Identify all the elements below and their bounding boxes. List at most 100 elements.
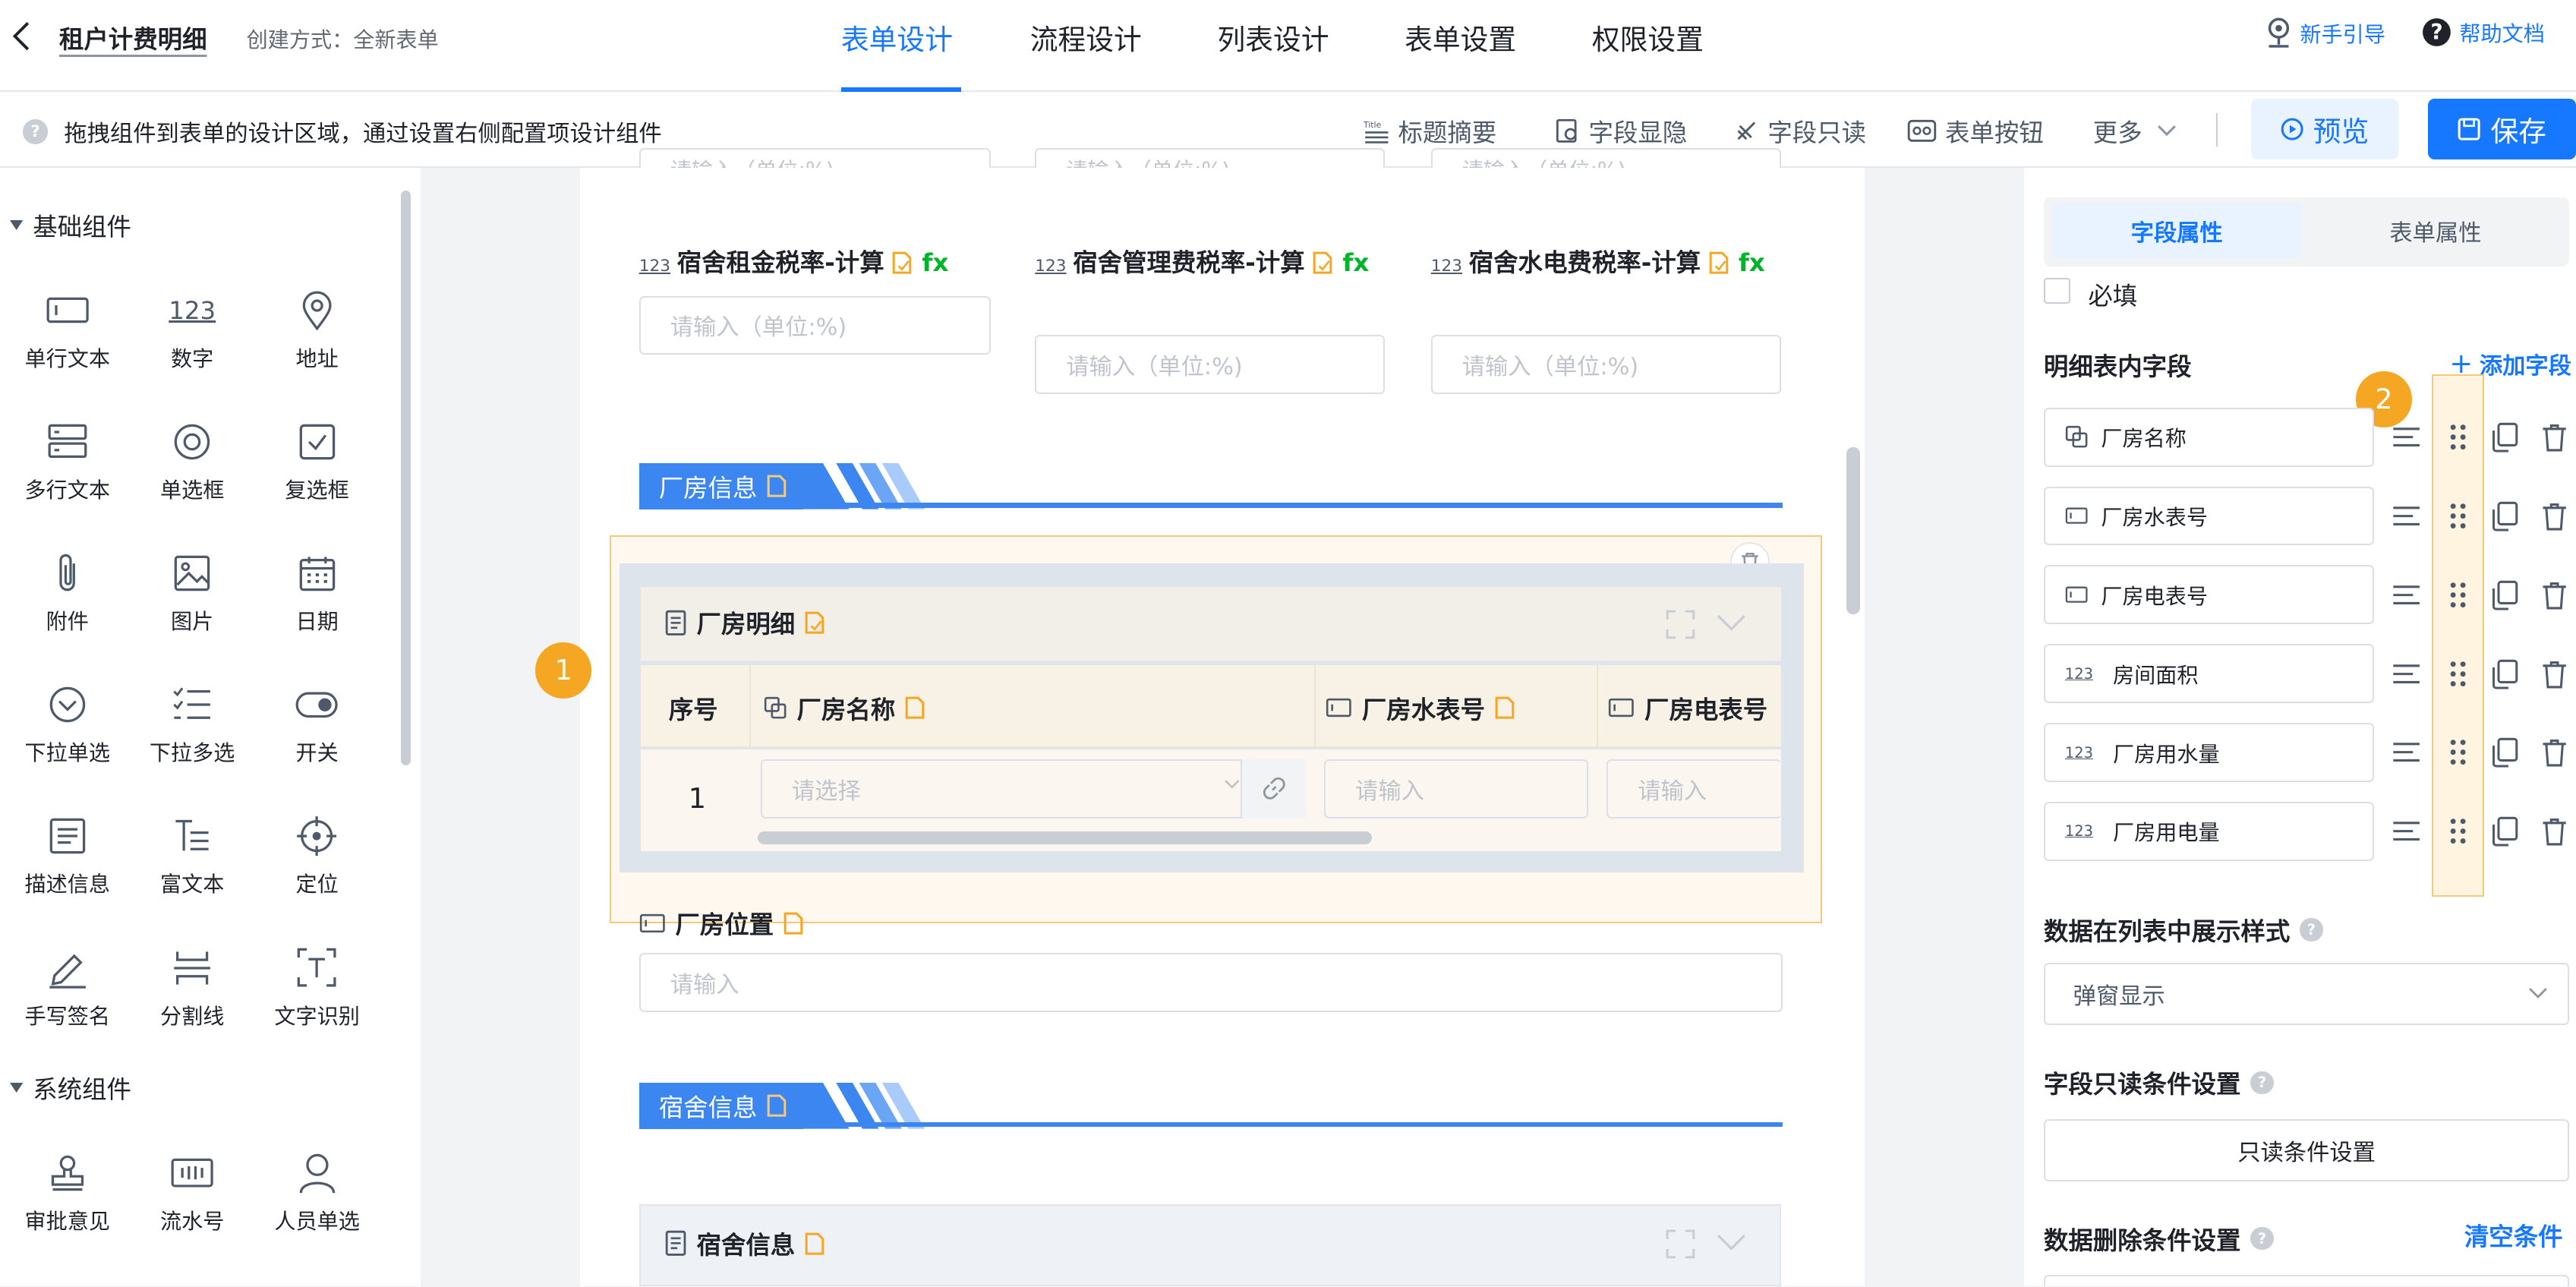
field-visibility-button[interactable]: 字段显隐 [1554, 113, 1687, 149]
align-icon[interactable] [2390, 815, 2423, 847]
component-number[interactable]: 123 数字 [133, 282, 251, 381]
app-title[interactable]: 租户计费明细 [59, 20, 207, 55]
component-panel-scrollbar[interactable] [400, 191, 411, 766]
drag-handle-icon[interactable] [2442, 579, 2474, 611]
save-button[interactable]: 保存 [2428, 98, 2576, 159]
component-attachment[interactable]: 附件 [8, 545, 127, 644]
align-icon[interactable] [2390, 736, 2423, 768]
drag-handle-icon[interactable] [2442, 421, 2474, 453]
header-water-meter[interactable]: 厂房水表号 [1326, 690, 1515, 726]
copy-icon[interactable] [2489, 500, 2521, 532]
trash-icon[interactable] [2538, 658, 2571, 690]
align-icon[interactable] [2390, 500, 2423, 532]
guide-link[interactable]: 新手引导 [2264, 17, 2385, 49]
copy-icon[interactable] [2489, 658, 2521, 690]
tab-form-design[interactable]: 表单设计 [841, 17, 953, 58]
location-input[interactable]: 请输入 [638, 953, 1783, 1012]
canvas-scrollbar[interactable] [1846, 446, 1860, 615]
system-components-header[interactable]: 系统组件 [9, 1070, 131, 1106]
component-date[interactable]: 日期 [258, 545, 377, 644]
subfield-item[interactable]: 123 房间面积 [2043, 644, 2374, 704]
header-factory-name[interactable]: 厂房名称 [764, 690, 925, 726]
subfield-item[interactable]: 厂房水表号 [2043, 486, 2374, 546]
subfield-item[interactable]: 123 厂房用水量 [2043, 723, 2374, 782]
component-rich-text[interactable]: 富文本 [133, 809, 251, 907]
expand-icon[interactable] [1666, 610, 1695, 639]
form-buttons-button[interactable]: 表单按钮 [1907, 113, 2044, 149]
component-single-text[interactable]: 单行文本 [8, 282, 127, 381]
component-serial-number[interactable]: 流水号 [133, 1145, 251, 1244]
trash-icon[interactable] [2538, 500, 2571, 532]
tab-permission-settings[interactable]: 权限设置 [1592, 17, 1704, 58]
drag-handle-icon[interactable] [2442, 500, 2474, 532]
component-address[interactable]: 地址 [258, 282, 377, 381]
tab-flow-design[interactable]: 流程设计 [1030, 17, 1142, 58]
subfield-item[interactable]: 123 厂房用电量 [2043, 801, 2374, 861]
rent-tax-input[interactable]: 请输入（单位:%) [638, 295, 991, 355]
align-icon[interactable] [2390, 658, 2423, 690]
component-radio[interactable]: 单选框 [133, 414, 251, 513]
component-divider[interactable]: 分割线 [133, 940, 251, 1039]
copy-icon[interactable] [2489, 736, 2521, 768]
tab-form-properties[interactable]: 表单属性 [2308, 203, 2562, 257]
water-meter-input[interactable]: 请输入 [1324, 759, 1589, 819]
mgmt-tax-input[interactable]: 请输入（单位:%) [1035, 335, 1386, 395]
back-arrow-icon[interactable] [10, 20, 33, 52]
field-readonly-button[interactable]: 字段只读 [1733, 113, 1866, 149]
readonly-condition-button[interactable]: 只读条件设置 [2043, 1118, 2570, 1181]
preview-button[interactable]: 预览 [2250, 98, 2399, 159]
component-location[interactable]: 定位 [258, 809, 377, 907]
question-icon[interactable]: ? [2250, 1227, 2274, 1251]
header-power-meter[interactable]: 厂房电表号 [1608, 690, 1780, 726]
required-checkbox[interactable] [2043, 277, 2070, 304]
basic-components-header[interactable]: 基础组件 [9, 207, 131, 243]
fx-icon[interactable]: fx [1739, 248, 1765, 277]
chevron-down-icon[interactable] [1717, 614, 1746, 632]
component-approval-opinion[interactable]: 审批意见 [8, 1145, 127, 1244]
delete-condition-button[interactable] [2043, 1275, 2570, 1287]
list-style-select[interactable]: 弹窗显示 [2043, 963, 2570, 1026]
power-meter-input[interactable]: 请输入 [1606, 759, 1781, 819]
title-summary-button[interactable]: Title 标题摘要 [1364, 113, 1496, 149]
trash-icon[interactable] [2538, 815, 2571, 847]
table-horizontal-scrollbar[interactable] [757, 831, 1372, 845]
component-dropdown-multi[interactable]: 下拉多选 [133, 677, 251, 776]
question-icon[interactable]: ? [2250, 1071, 2274, 1094]
chevron-down-icon[interactable] [1717, 1234, 1746, 1252]
align-icon[interactable] [2390, 579, 2423, 611]
trash-icon[interactable] [2538, 736, 2571, 768]
copy-icon[interactable] [2489, 579, 2521, 611]
component-checkbox[interactable]: 复选框 [258, 414, 377, 513]
trash-icon[interactable] [2538, 579, 2571, 611]
utility-tax-input[interactable]: 请输入（单位:%) [1430, 335, 1781, 395]
component-dropdown-single[interactable]: 下拉单选 [8, 677, 127, 776]
component-person-single[interactable]: 人员单选 [258, 1145, 377, 1244]
component-signature[interactable]: 手写签名 [8, 940, 127, 1039]
copy-icon[interactable] [2489, 421, 2521, 453]
component-ocr[interactable]: 文字识别 [258, 940, 377, 1039]
component-switch[interactable]: 开关 [258, 677, 377, 776]
component-description[interactable]: 描述信息 [8, 809, 127, 907]
component-multi-text[interactable]: 多行文本 [8, 414, 127, 513]
help-link[interactable]: ? 帮助文档 [2422, 17, 2545, 48]
tab-list-design[interactable]: 列表设计 [1217, 17, 1329, 58]
trash-icon[interactable] [2538, 421, 2571, 453]
subfield-item[interactable]: 厂房名称 [2043, 407, 2374, 467]
drag-handle-icon[interactable] [2442, 658, 2474, 690]
more-dropdown[interactable]: 更多 [2093, 113, 2177, 149]
clear-conditions-button[interactable]: 清空条件 [2464, 1217, 2563, 1253]
drag-handle-icon[interactable] [2442, 736, 2474, 768]
component-image[interactable]: 图片 [133, 545, 251, 644]
fx-icon[interactable]: fx [922, 248, 948, 277]
align-icon[interactable] [2390, 421, 2423, 453]
drag-handle-icon[interactable] [2442, 815, 2474, 847]
doc-icon [905, 696, 925, 719]
copy-icon[interactable] [2489, 815, 2521, 847]
fx-icon[interactable]: fx [1342, 248, 1369, 277]
tab-form-settings[interactable]: 表单设置 [1405, 17, 1516, 58]
expand-icon[interactable] [1666, 1229, 1695, 1259]
question-icon[interactable]: ? [2300, 918, 2323, 942]
tab-field-properties[interactable]: 字段属性 [2051, 203, 2302, 258]
link-icon[interactable] [1240, 759, 1307, 819]
subfield-item[interactable]: 厂房电表号 [2043, 565, 2374, 625]
